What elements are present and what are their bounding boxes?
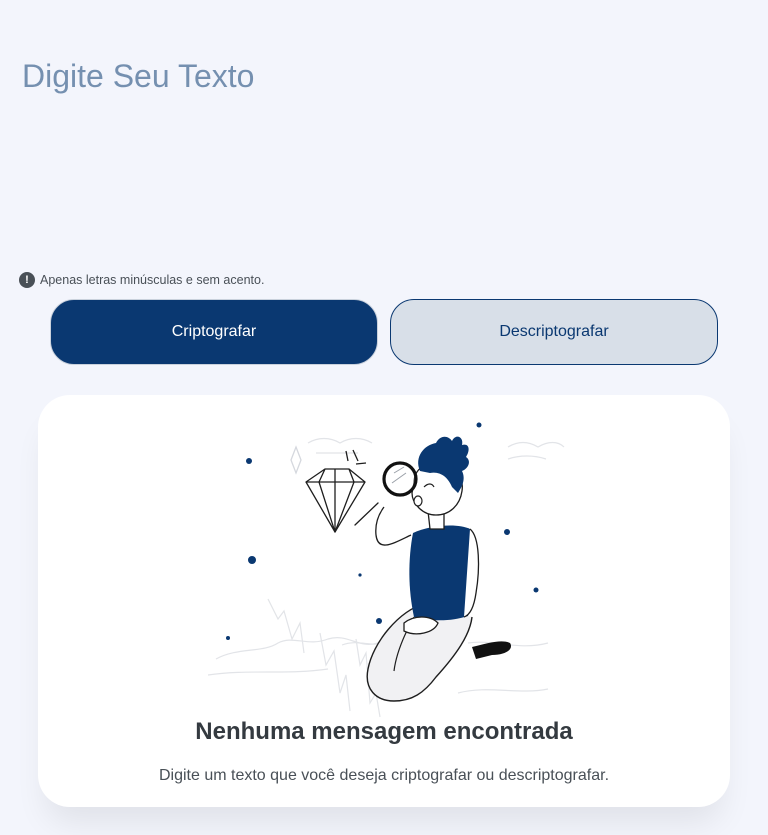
input-hint: ! Apenas letras minúsculas e sem acento.	[19, 271, 264, 289]
message-input[interactable]	[20, 56, 742, 248]
empty-state-title: Nenhuma mensagem encontrada	[195, 718, 573, 745]
decrypt-button[interactable]: Descriptografar	[390, 299, 718, 365]
hint-text: Apenas letras minúsculas e sem acento.	[40, 273, 265, 287]
result-panel: Nenhuma mensagem encontrada Digite um te…	[38, 395, 730, 807]
encrypt-button[interactable]: Criptografar	[50, 299, 378, 365]
person-magnifier-diamond-illustration	[208, 422, 565, 718]
exclamation-icon: !	[19, 272, 35, 288]
empty-state-subtitle: Digite um texto que você deseja criptogr…	[158, 767, 610, 784]
